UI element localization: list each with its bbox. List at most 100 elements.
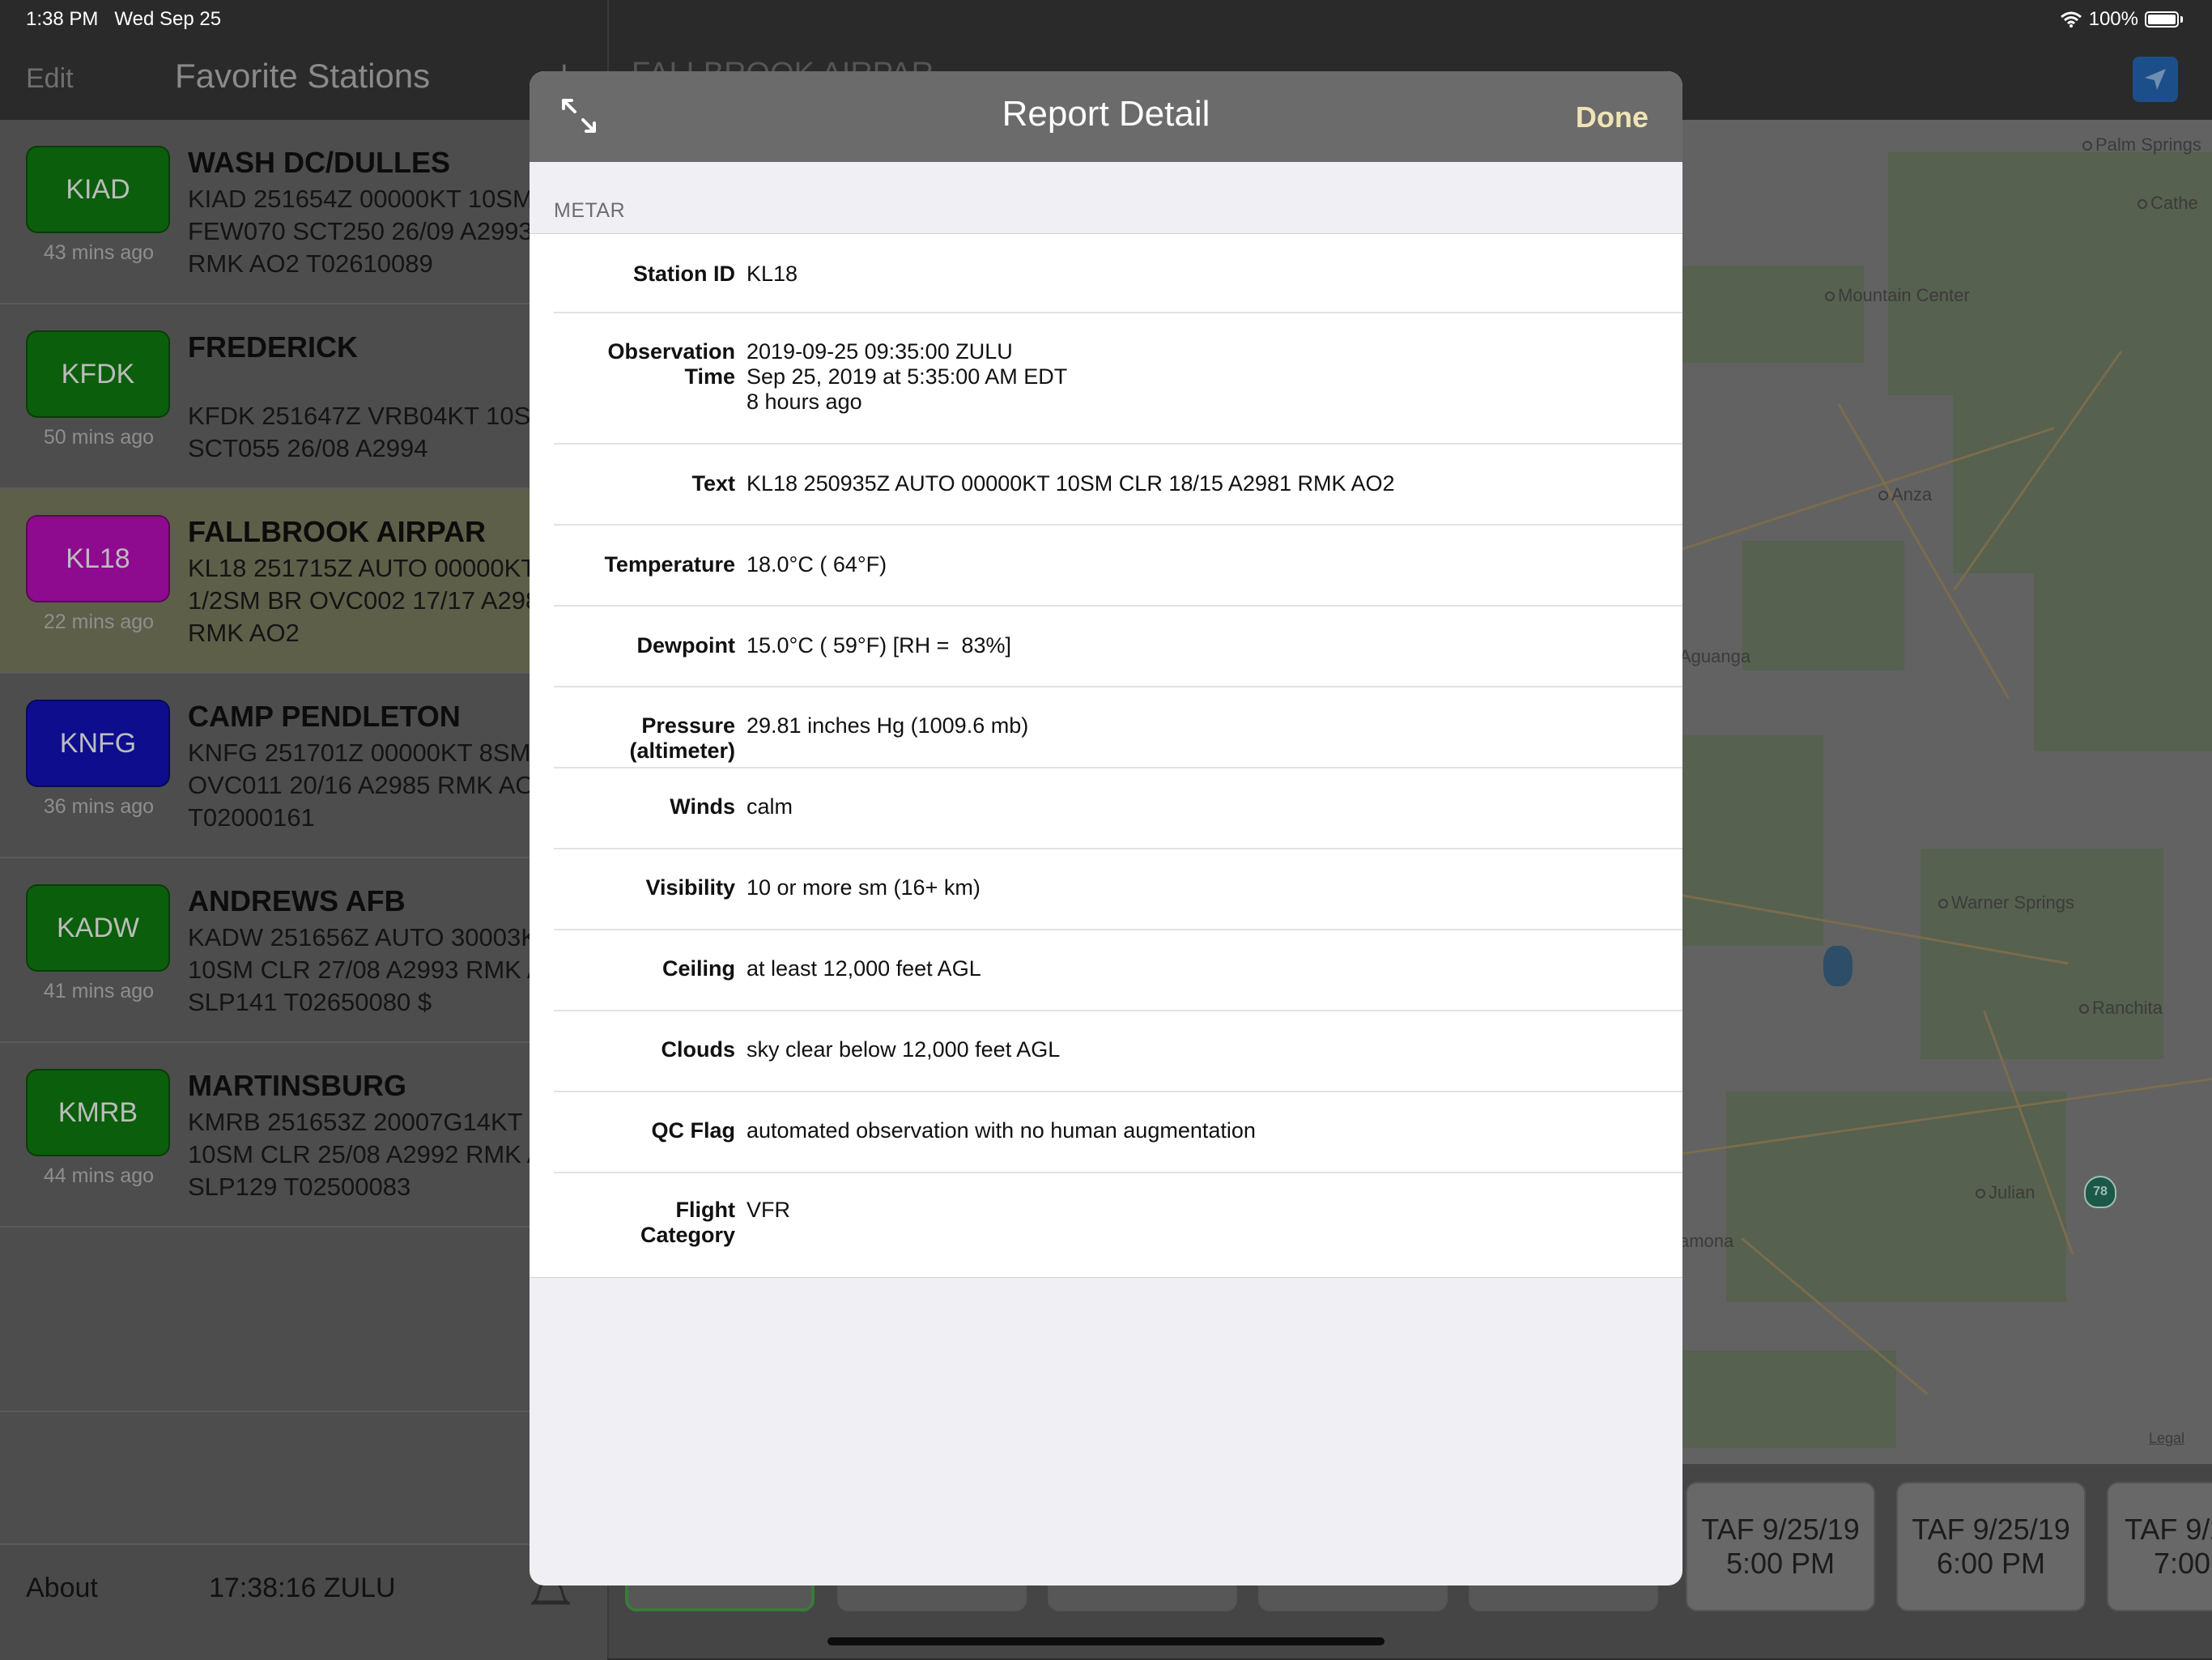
station-list: KIAD 43 mins ago WASH DC/DULLES KIAD 251… bbox=[0, 120, 607, 1412]
master-footer: About 17:38:16 ZULU bbox=[0, 1543, 607, 1660]
report-time: 7:00 bbox=[2154, 1547, 2211, 1580]
station-row-selected[interactable]: KL18 22 mins ago FALLBROOK AIRPAR KL18 2… bbox=[0, 489, 607, 674]
station-name: WASH DC/DULLES bbox=[188, 146, 450, 179]
station-row[interactable]: KFDK 50 mins ago FREDERICK KFDK 251647Z … bbox=[0, 304, 607, 489]
row-label: Flight Category bbox=[640, 1198, 735, 1247]
edit-button[interactable]: Edit bbox=[26, 63, 74, 95]
section-header: METAR bbox=[554, 199, 626, 222]
row-value: at least 12,000 feet AGL bbox=[747, 956, 981, 981]
row-label: QC Flag bbox=[651, 1118, 735, 1143]
report-date: TAF 9/2 bbox=[2125, 1513, 2212, 1546]
map-label: Mountain Center bbox=[1825, 285, 1970, 306]
station-name: FALLBROOK AIRPAR bbox=[188, 515, 486, 548]
detail-row: Flight Category VFR bbox=[554, 1173, 1682, 1277]
station-row[interactable]: KADW 41 mins ago ANDREWS AFB KADW 251656… bbox=[0, 858, 607, 1043]
forest-area bbox=[2034, 573, 2212, 751]
row-label: Observation Time bbox=[607, 339, 735, 389]
row-value: 15.0°C ( 59°F) [RH = 83%] bbox=[747, 633, 1011, 658]
forest-area bbox=[1953, 363, 2212, 573]
wifi-icon bbox=[2060, 11, 2082, 28]
row-value: sky clear below 12,000 feet AGL bbox=[747, 1037, 1061, 1062]
row-value: calm bbox=[747, 794, 793, 819]
forest-area bbox=[1921, 849, 2163, 1059]
zulu-clock: 17:38:16 ZULU bbox=[209, 1573, 396, 1603]
station-id-badge: KADW bbox=[26, 884, 170, 972]
detail-row: Pressure (altimeter) 29.81 inches Hg (10… bbox=[554, 687, 1682, 768]
modal-nav-bar: Report Detail Done bbox=[530, 71, 1682, 162]
map-label: Julian bbox=[1976, 1182, 2035, 1203]
station-id-badge: KFDK bbox=[26, 330, 170, 418]
station-id-badge: KIAD bbox=[26, 146, 170, 233]
station-name: MARTINSBURG bbox=[188, 1069, 406, 1102]
row-value: 2019-09-25 09:35:00 ZULU Sep 25, 2019 at… bbox=[747, 339, 1068, 414]
row-value: automated observation with no human augm… bbox=[747, 1118, 1256, 1143]
station-row[interactable]: KMRB 44 mins ago MARTINSBURG KMRB 251653… bbox=[0, 1043, 607, 1228]
taf-report-button[interactable]: TAF 9/2 7:00 bbox=[2107, 1482, 2212, 1611]
station-id-badge: KNFG bbox=[26, 700, 170, 787]
master-title: Favorite Stations bbox=[175, 57, 431, 95]
row-label: Winds bbox=[670, 794, 735, 819]
map-label: amona bbox=[1679, 1231, 1734, 1251]
detail-row: Temperature 18.0°C ( 64°F) bbox=[554, 526, 1682, 607]
row-value: 18.0°C ( 64°F) bbox=[747, 552, 887, 577]
taf-report-button[interactable]: TAF 9/25/19 5:00 PM bbox=[1686, 1482, 1875, 1611]
battery-icon bbox=[2145, 11, 2179, 28]
taf-report-button[interactable]: TAF 9/25/19 6:00 PM bbox=[1896, 1482, 2086, 1611]
status-right: 100% bbox=[2060, 8, 2183, 31]
location-arrow-icon bbox=[2145, 69, 2166, 90]
row-label: Clouds bbox=[661, 1037, 736, 1062]
station-id-badge: KL18 bbox=[26, 515, 170, 602]
station-age: 43 mins ago bbox=[43, 241, 155, 264]
status-bar: 1:38 PM Wed Sep 25 100% bbox=[0, 0, 2212, 39]
detail-row: Clouds sky clear below 12,000 feet AGL bbox=[554, 1011, 1682, 1092]
row-label: Dewpoint bbox=[636, 633, 736, 658]
map-label: Anza bbox=[1878, 484, 1932, 505]
forest-area bbox=[1653, 266, 1864, 363]
station-age: 41 mins ago bbox=[43, 980, 155, 1002]
station-name: CAMP PENDLETON bbox=[188, 700, 461, 733]
battery-nub bbox=[2180, 16, 2183, 23]
report-date: TAF 9/25/19 bbox=[1701, 1513, 1860, 1546]
about-button[interactable]: About bbox=[26, 1573, 98, 1604]
detail-row: Dewpoint 15.0°C ( 59°F) [RH = 83%] bbox=[554, 607, 1682, 687]
detail-row: Visibility 10 or more sm (16+ km) bbox=[554, 849, 1682, 930]
report-date: TAF 9/25/19 bbox=[1912, 1513, 2070, 1546]
battery-percent: 100% bbox=[2088, 8, 2138, 30]
row-value: VFR bbox=[747, 1198, 790, 1222]
row-value: KL18 bbox=[747, 262, 798, 286]
empty-row bbox=[0, 1228, 607, 1412]
station-name: ANDREWS AFB bbox=[188, 884, 406, 917]
station-name: FREDERICK bbox=[188, 330, 359, 364]
row-label: Temperature bbox=[604, 552, 735, 577]
row-value: 10 or more sm (16+ km) bbox=[747, 875, 981, 900]
map-label: Warner Springs bbox=[1938, 892, 2074, 913]
home-indicator[interactable] bbox=[827, 1637, 1385, 1645]
station-id-badge: KMRB bbox=[26, 1069, 170, 1156]
status-time: 1:38 PM Wed Sep 25 bbox=[26, 8, 222, 30]
lake bbox=[1823, 946, 1853, 986]
locate-button[interactable] bbox=[2133, 57, 2178, 102]
station-age: 22 mins ago bbox=[43, 611, 155, 633]
map-label: Aguanga bbox=[1679, 646, 1751, 666]
forest-area bbox=[1653, 1351, 1896, 1448]
map-label: Cathe bbox=[2138, 193, 2198, 214]
map-label: Palm Springs bbox=[2082, 134, 2201, 155]
forest-area bbox=[1888, 152, 2212, 395]
detail-row: Text KL18 250935Z AUTO 00000KT 10SM CLR … bbox=[554, 445, 1682, 526]
row-label: Ceiling bbox=[661, 956, 735, 981]
legal-link[interactable]: Legal bbox=[2149, 1430, 2184, 1447]
detail-row: Winds calm bbox=[554, 768, 1682, 849]
station-age: 36 mins ago bbox=[43, 795, 155, 818]
row-label: Text bbox=[691, 471, 735, 496]
modal-title: Report Detail bbox=[1002, 94, 1210, 134]
station-age: 44 mins ago bbox=[43, 1164, 155, 1187]
station-row[interactable]: KIAD 43 mins ago WASH DC/DULLES KIAD 251… bbox=[0, 120, 607, 304]
done-button[interactable]: Done bbox=[1576, 100, 1648, 134]
station-row[interactable]: KNFG 36 mins ago CAMP PENDLETON KNFG 251… bbox=[0, 674, 607, 858]
metar-detail-table: Station ID KL18 Observation Time 2019-09… bbox=[530, 233, 1682, 1278]
detail-row: QC Flag automated observation with no hu… bbox=[554, 1092, 1682, 1173]
row-label: Visibility bbox=[645, 875, 735, 900]
station-age: 50 mins ago bbox=[43, 426, 155, 449]
favorite-stations-pane: Edit Favorite Stations + KIAD 43 mins ag… bbox=[0, 0, 607, 1660]
row-label: Pressure (altimeter) bbox=[629, 713, 735, 763]
